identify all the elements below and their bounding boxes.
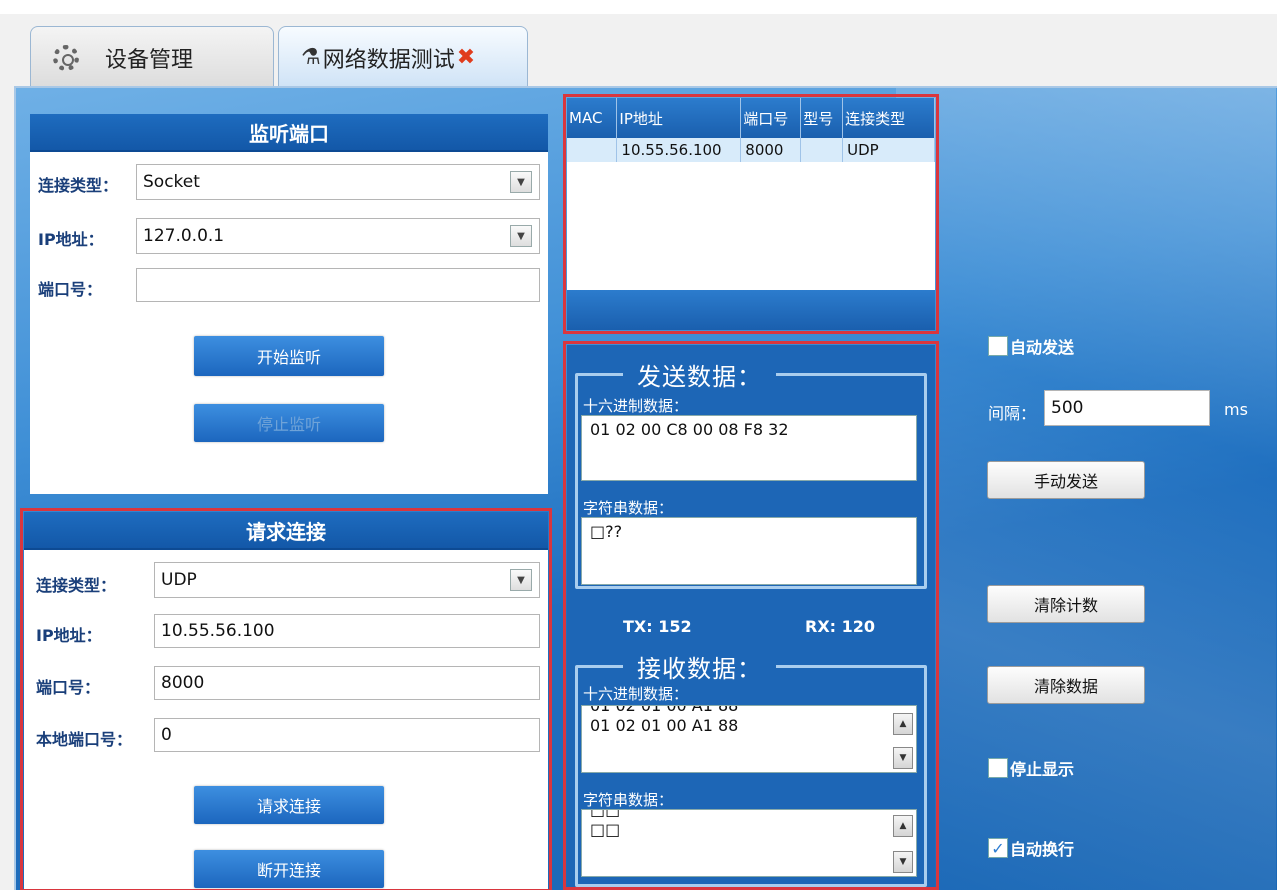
manual-send-button[interactable]: 手动发送 [987, 461, 1145, 499]
interval-input[interactable]: 500 [1044, 390, 1210, 426]
auto-send-checkbox[interactable]: 自动发送 [988, 334, 1074, 358]
tab-label: 网络数据测试 [322, 47, 455, 73]
top-strip [0, 0, 1277, 14]
ip-label: IP地址： [38, 230, 104, 249]
device-table-highlight [563, 94, 939, 334]
conn-type-label: 连接类型： [38, 176, 119, 195]
interval-unit: ms [1224, 400, 1248, 419]
stop-listen-button[interactable]: 停止监听 [194, 404, 384, 442]
check-icon[interactable]: ✓ [988, 838, 1008, 858]
listen-panel: 监听端口 连接类型： Socket ▼ IP地址： 127.0.0.1 ▼ 端口… [30, 114, 548, 494]
auto-wrap-checkbox[interactable]: ✓ 自动换行 [988, 836, 1074, 860]
close-icon[interactable]: ✖ [457, 45, 475, 70]
tab-device-management[interactable]: 设备管理 [30, 26, 274, 88]
gear-icon [53, 44, 79, 71]
listen-port-input[interactable] [136, 268, 540, 302]
chevron-down-icon[interactable]: ▼ [510, 225, 532, 247]
start-listen-button[interactable]: 开始监听 [194, 336, 384, 376]
checkbox-box[interactable] [988, 336, 1008, 356]
stop-display-label: 停止显示 [1010, 760, 1075, 779]
tab-network-test[interactable]: ⚗ 网络数据测试 ✖ [278, 26, 528, 88]
data-panel-highlight [563, 341, 939, 890]
interval-label: 间隔： [988, 404, 1037, 423]
auto-send-label: 自动发送 [1010, 338, 1075, 357]
chevron-down-icon[interactable]: ▼ [510, 171, 532, 193]
app-window: 设备管理 ⚗ 网络数据测试 ✖ 监听端口 连接类型： Socket ▼ IP地址… [0, 0, 1277, 890]
listen-ip-select[interactable]: 127.0.0.1 [136, 218, 540, 254]
stop-display-checkbox[interactable]: 停止显示 [988, 756, 1074, 780]
port-label: 端口号： [38, 280, 103, 299]
listen-panel-title: 监听端口 [30, 114, 548, 152]
flask-icon: ⚗ [301, 45, 321, 70]
clear-count-button[interactable]: 清除计数 [987, 585, 1145, 623]
listen-conn-type-select[interactable]: Socket [136, 164, 540, 200]
tab-label: 设备管理 [105, 47, 194, 73]
checkbox-box[interactable] [988, 758, 1008, 778]
request-panel-highlight [20, 508, 552, 890]
auto-wrap-label: 自动换行 [1010, 840, 1075, 859]
clear-data-button[interactable]: 清除数据 [987, 666, 1145, 704]
